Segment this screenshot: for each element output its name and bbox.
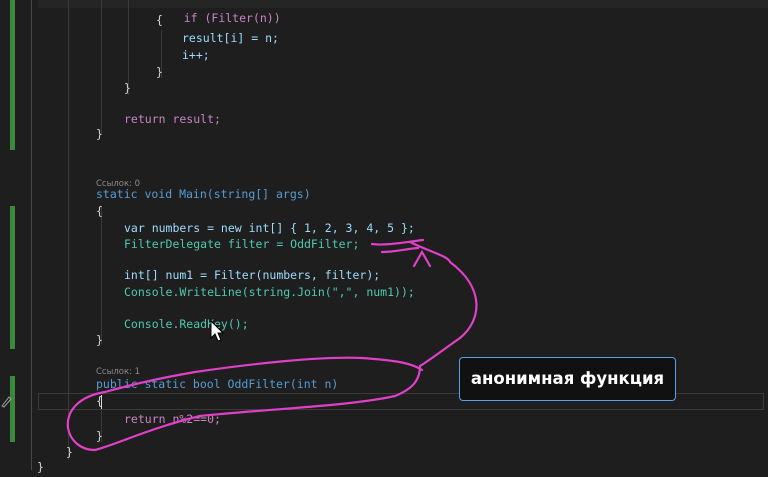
pen-annotation [66, 238, 478, 452]
freehand-loop-stroke [66, 240, 478, 452]
mouse-cursor-icon [210, 320, 225, 342]
code-editor[interactable]: if (Filter(n)) { result[i] = n; i++; } }… [0, 0, 768, 477]
arrowhead-stroke [412, 249, 432, 268]
annotation-callout: анонимная функция [459, 357, 676, 401]
